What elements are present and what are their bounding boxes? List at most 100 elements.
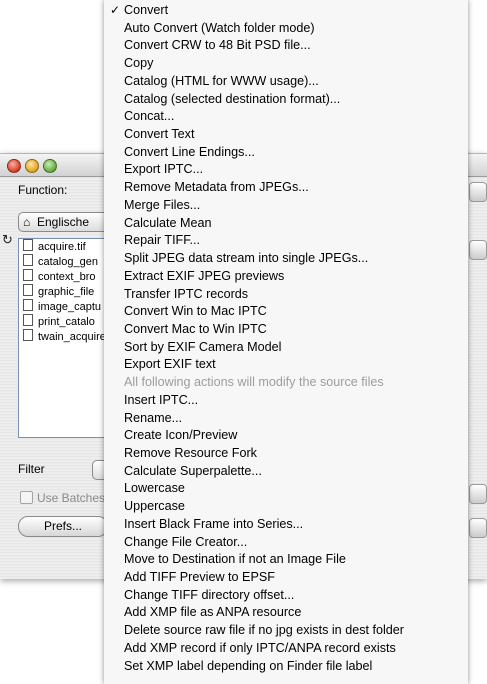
menu-item[interactable]: Export EXIF text: [104, 356, 468, 374]
menu-item[interactable]: ✓ Convert: [104, 2, 468, 20]
menu-item-label: Convert Text: [124, 127, 195, 142]
checkbox-box[interactable]: [20, 491, 33, 504]
menu-item-label: Transfer IPTC records: [124, 286, 249, 301]
list-item[interactable]: print_catalo: [19, 314, 105, 329]
window-right-controls: [469, 182, 487, 562]
menu-item[interactable]: Auto Convert (Watch folder mode): [104, 20, 468, 38]
close-window-button[interactable]: [7, 159, 21, 173]
menu-item[interactable]: Merge Files...: [104, 197, 468, 215]
document-icon: [23, 269, 33, 281]
minimize-window-button[interactable]: [25, 159, 39, 173]
document-icon: [23, 329, 33, 341]
menu-item-label: Catalog (HTML for WWW usage)...: [124, 73, 319, 88]
list-item[interactable]: graphic_file: [19, 284, 105, 299]
menu-item-label: Change File Creator...: [124, 534, 248, 549]
document-icon: [23, 254, 33, 266]
menu-item-label: Insert IPTC...: [124, 392, 199, 407]
file-name: print_catalo: [38, 316, 95, 328]
menu-item[interactable]: Change File Creator...: [104, 534, 468, 552]
menu-item[interactable]: Uppercase: [104, 498, 468, 516]
menu-item-label: Convert Line Endings...: [124, 144, 255, 159]
menu-item[interactable]: Insert Black Frame into Series...: [104, 516, 468, 534]
menu-item[interactable]: Rename...: [104, 410, 468, 428]
folder-icon: ⌂: [23, 215, 31, 229]
menu-item-label: Add TIFF Preview to EPSF: [124, 570, 275, 584]
menu-item[interactable]: Convert Line Endings...: [104, 144, 468, 162]
list-item[interactable]: acquire.tif: [19, 239, 105, 254]
refresh-icon[interactable]: ↻: [2, 232, 13, 248]
file-name: catalog_gen: [38, 256, 98, 268]
prefs-button[interactable]: Prefs...: [18, 516, 108, 537]
menu-item-label: Copy: [124, 56, 154, 71]
menu-item-label: Convert Mac to Win IPTC: [124, 321, 267, 336]
edge-button[interactable]: [469, 240, 487, 260]
function-label: Function:: [18, 183, 68, 197]
menu-item[interactable]: Export IPTC...: [104, 161, 468, 179]
menu-item[interactable]: Convert Mac to Win IPTC: [104, 321, 468, 339]
edge-button[interactable]: [469, 518, 487, 538]
file-name: image_captu: [38, 301, 101, 313]
source-folder-name: Englische: [37, 215, 90, 229]
menu-item[interactable]: Catalog (selected destination format)...: [104, 91, 468, 109]
list-item[interactable]: twain_acquire: [19, 329, 105, 344]
menu-item[interactable]: Add TIFF Preview to EPSF: [104, 569, 468, 587]
menu-item[interactable]: Calculate Superpalette...: [104, 463, 468, 481]
menu-item[interactable]: Transfer IPTC records: [104, 286, 468, 304]
menu-item[interactable]: Split JPEG data stream into single JPEGs…: [104, 250, 468, 268]
menu-item-label: Create Icon/Preview: [124, 428, 238, 443]
menu-item-list: ✓ Convert Auto Convert (Watch folder mode)…: [104, 0, 468, 675]
edge-button[interactable]: [469, 484, 487, 504]
menu-item[interactable]: Lowercase: [104, 480, 468, 498]
document-icon: [23, 284, 33, 296]
file-name: acquire.tif: [38, 241, 86, 253]
menu-item[interactable]: Insert IPTC...: [104, 392, 468, 410]
file-name: context_bro: [38, 271, 96, 283]
menu-item[interactable]: Catalog (HTML for WWW usage)...: [104, 73, 468, 91]
menu-item[interactable]: Create Icon/Preview: [104, 427, 468, 445]
menu-item-label: Insert Black Frame into Series...: [124, 516, 304, 531]
menu-item[interactable]: Move to Destination if not an Image File: [104, 551, 468, 569]
menu-item[interactable]: Add XMP record if only IPTC/ANPA record …: [104, 640, 468, 658]
menu-item[interactable]: Extract EXIF JPEG previews: [104, 268, 468, 286]
list-item[interactable]: catalog_gen: [19, 254, 105, 269]
edge-button[interactable]: [469, 182, 487, 202]
menu-item[interactable]: Change TIFF directory offset...: [104, 587, 468, 605]
menu-item-label: Sort by EXIF Camera Model: [124, 339, 282, 354]
menu-item-label: Delete source raw file if no jpg exists …: [124, 623, 404, 638]
menu-item-label: Repair TIFF...: [124, 233, 201, 248]
menu-item-label: Add XMP file as ANPA resource: [124, 605, 302, 620]
menu-item[interactable]: Convert Text: [104, 126, 468, 144]
menu-item-label: Convert CRW to 48 Bit PSD file...: [124, 38, 311, 53]
menu-item[interactable]: Convert CRW to 48 Bit PSD file...: [104, 37, 468, 55]
menu-item[interactable]: Copy: [104, 55, 468, 73]
zoom-window-button[interactable]: [43, 159, 57, 173]
menu-item[interactable]: Convert Win to Mac IPTC: [104, 303, 468, 321]
document-icon: [23, 239, 33, 251]
menu-item-label: Add XMP record if only IPTC/ANPA record …: [124, 640, 396, 655]
menu-item-label: Convert Win to Mac IPTC: [124, 304, 267, 319]
filter-label: Filter: [18, 462, 45, 476]
menu-item-label: Merge Files...: [124, 197, 201, 212]
menu-item[interactable]: Concat...: [104, 108, 468, 126]
file-list[interactable]: acquire.tif catalog_gen context_bro grap…: [18, 238, 106, 438]
menu-item[interactable]: Add XMP file as ANPA resource: [104, 604, 468, 622]
menu-item-label: Concat...: [124, 109, 175, 124]
menu-item-label: Extract EXIF JPEG previews: [124, 268, 285, 283]
menu-item-label: Export EXIF text: [124, 357, 216, 372]
menu-item-label: Set XMP label depending on Finder file l…: [124, 658, 373, 673]
use-batches-label: Use Batches: [37, 491, 106, 505]
use-batches-checkbox[interactable]: Use Batches: [20, 491, 105, 505]
menu-item[interactable]: Remove Metadata from JPEGs...: [104, 179, 468, 197]
menu-item-label: Change TIFF directory offset...: [124, 587, 295, 602]
menu-item[interactable]: Set XMP label depending on Finder file l…: [104, 658, 468, 676]
list-item[interactable]: image_captu: [19, 299, 105, 314]
file-name: graphic_file: [38, 286, 95, 298]
menu-item[interactable]: Repair TIFF...: [104, 232, 468, 250]
menu-item[interactable]: Sort by EXIF Camera Model: [104, 339, 468, 357]
menu-item[interactable]: Remove Resource Fork: [104, 445, 468, 463]
document-icon: [23, 314, 33, 326]
menu-item[interactable]: Delete source raw file if no jpg exists …: [104, 622, 468, 640]
list-item[interactable]: context_bro: [19, 269, 105, 284]
menu-item[interactable]: Calculate Mean: [104, 215, 468, 233]
menu-item-label: Calculate Mean: [124, 215, 212, 230]
